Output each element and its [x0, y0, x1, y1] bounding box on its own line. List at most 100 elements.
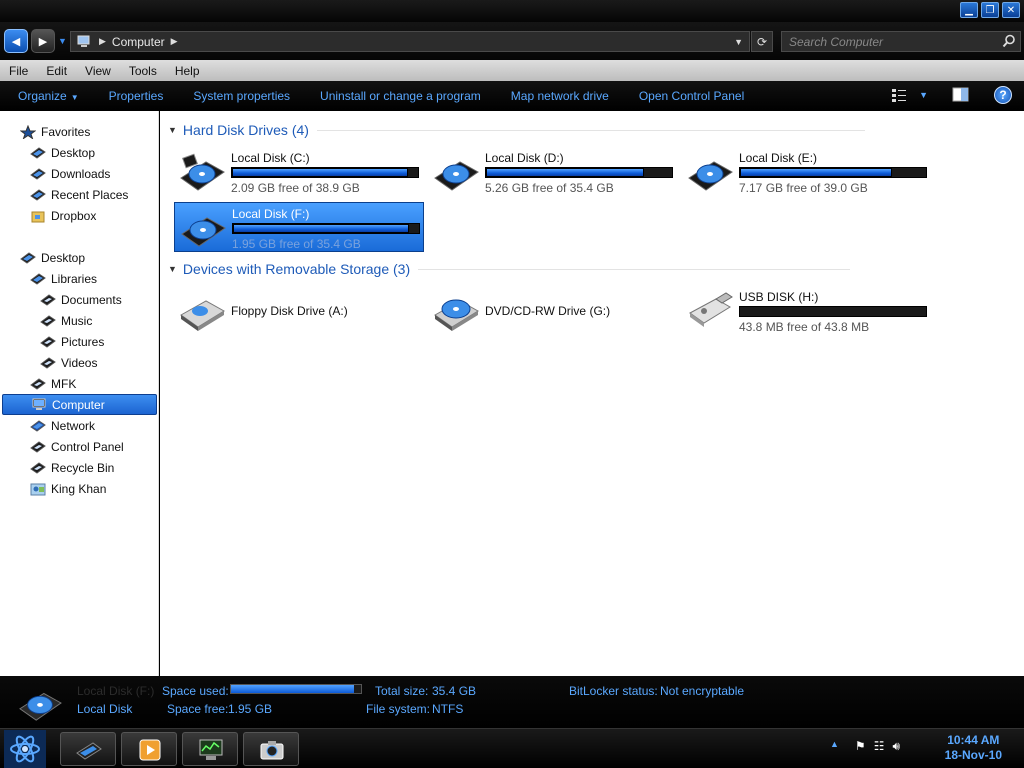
navigation-pane: Favorites Desktop Downloads Recent Place… [0, 111, 159, 676]
change-view-icon[interactable] [891, 87, 909, 103]
breadcrumb-computer[interactable]: Computer [112, 35, 165, 49]
action-center-flag-icon[interactable]: ⚑ [855, 739, 866, 754]
nav-desktop[interactable]: Desktop [20, 247, 85, 268]
address-bar[interactable]: ▶ Computer ▶ ▼ [70, 31, 750, 52]
back-button[interactable]: ◀ [4, 29, 28, 53]
nav-favorites[interactable]: Favorites [20, 121, 90, 142]
drive-name: DVD/CD-RW Drive (G:) [485, 304, 611, 318]
drive-name: Local Disk (E:) [739, 151, 818, 165]
map-network-drive-button[interactable]: Map network drive [496, 89, 624, 103]
details-pane: Local Disk (F:) Local Disk Space used: S… [0, 676, 1024, 728]
drive-tile-a[interactable]: Floppy Disk Drive (A:) [174, 286, 424, 336]
nav-mfk[interactable]: MFK [30, 373, 76, 394]
system-tray: ▲ ⚑ ☷ 🔊︎ [830, 739, 900, 754]
menu-help[interactable]: Help [166, 64, 209, 78]
nav-computer[interactable]: Computer [2, 394, 157, 415]
drive-usage-fill [486, 168, 645, 177]
pictures-icon [40, 335, 56, 348]
maximize-button[interactable]: ❐ [981, 2, 999, 18]
drive-tile-c[interactable]: Local Disk (C:) 2.09 GB free of 38.9 GB [174, 147, 424, 197]
nav-pictures[interactable]: Pictures [40, 331, 104, 352]
camera-icon [260, 741, 284, 760]
drive-tile-e[interactable]: Local Disk (E:) 7.17 GB free of 39.0 GB [682, 147, 932, 197]
menu-view[interactable]: View [76, 64, 120, 78]
taskbar-system-monitor-button[interactable] [182, 732, 238, 766]
collapse-triangle-icon[interactable]: ▼ [168, 125, 177, 135]
taskbar-camera-button[interactable] [243, 732, 299, 766]
drive-tile-g[interactable]: DVD/CD-RW Drive (G:) [428, 286, 678, 336]
recent-pages-dropdown-icon[interactable]: ▼ [58, 36, 67, 46]
network-status-icon[interactable]: ☷ [874, 739, 885, 754]
nav-network[interactable]: Network [30, 415, 95, 436]
start-button-icon[interactable] [4, 730, 46, 768]
total-size-value: 35.4 GB [432, 684, 477, 698]
file-system-label: File system: [366, 702, 431, 716]
collapse-triangle-icon[interactable]: ▼ [168, 264, 177, 274]
drive-tile-d[interactable]: Local Disk (D:) 5.26 GB free of 35.4 GB [428, 147, 678, 197]
libraries-icon [30, 272, 46, 285]
desktop-icon [20, 251, 36, 264]
help-button[interactable]: ? [994, 86, 1012, 104]
drive-usage-bar [231, 167, 419, 178]
preview-pane-icon[interactable] [952, 87, 970, 103]
address-dropdown-icon[interactable]: ▼ [734, 37, 743, 47]
bitlocker-label: BitLocker status: [569, 684, 658, 698]
hard-drive-icon [180, 153, 225, 191]
clock-time: 10:44 AM [947, 733, 1000, 747]
drive-tile-h[interactable]: USB DISK (H:) 43.8 MB free of 43.8 MB [682, 286, 932, 336]
nav-documents[interactable]: Documents [40, 289, 122, 310]
refresh-button[interactable]: ⟳ [751, 31, 773, 52]
floppy-drive-icon [180, 300, 225, 331]
breadcrumb-separator-icon[interactable]: ▶ [171, 36, 178, 47]
search-input[interactable] [782, 32, 992, 51]
details-drive-name: Local Disk (F:) [77, 684, 155, 698]
drive-tile-f[interactable]: Local Disk (F:) 1.95 GB free of 35.4 GB [174, 202, 424, 252]
menu-file[interactable]: File [0, 64, 37, 78]
search-box[interactable] [781, 31, 1021, 52]
group-header-removable-storage[interactable]: ▼ Devices with Removable Storage (3) [168, 259, 851, 279]
menu-edit[interactable]: Edit [37, 64, 76, 78]
nav-music[interactable]: Music [40, 310, 92, 331]
forward-button[interactable]: ▶ [31, 29, 55, 53]
drive-name: Floppy Disk Drive (A:) [231, 304, 348, 318]
nav-control-panel[interactable]: Control Panel [30, 436, 124, 457]
space-used-bar [230, 684, 362, 694]
nav-recent-places[interactable]: Recent Places [30, 184, 128, 205]
system-properties-button[interactable]: System properties [178, 89, 305, 103]
menu-tools[interactable]: Tools [120, 64, 166, 78]
show-hidden-icons-icon[interactable]: ▲ [830, 739, 839, 754]
close-button[interactable]: ✕ [1002, 2, 1020, 18]
space-free-label: Space free: [167, 702, 229, 716]
computer-icon [32, 398, 46, 410]
open-control-panel-button[interactable]: Open Control Panel [624, 89, 759, 103]
taskbar-media-player-button[interactable] [121, 732, 177, 766]
nav-downloads[interactable]: Downloads [30, 163, 110, 184]
properties-button[interactable]: Properties [94, 89, 179, 103]
command-bar: Organize ▼ Properties System properties U… [0, 81, 1024, 111]
clock-date: 18-Nov-10 [944, 748, 1002, 762]
breadcrumb-separator-icon[interactable]: ▶ [99, 36, 106, 47]
hard-drive-icon [19, 692, 62, 721]
media-player-icon [139, 739, 161, 761]
view-dropdown-icon[interactable]: ▼ [919, 90, 928, 100]
uninstall-program-button[interactable]: Uninstall or change a program [305, 89, 496, 103]
nav-king-khan[interactable]: King Khan [30, 478, 106, 499]
space-used-label: Space used: [162, 684, 229, 698]
search-icon[interactable] [1002, 34, 1016, 48]
organize-button[interactable]: Organize ▼ [0, 89, 94, 103]
minimize-button[interactable]: ▁ [960, 2, 978, 18]
nav-videos[interactable]: Videos [40, 352, 97, 373]
nav-dropbox[interactable]: Dropbox [30, 205, 96, 226]
group-header-hard-disk-drives[interactable]: ▼ Hard Disk Drives (4) [168, 120, 865, 140]
hard-drive-icon [688, 161, 733, 191]
nav-libraries[interactable]: Libraries [30, 268, 97, 289]
clock[interactable]: 10:44 AM 18-Nov-10 [945, 733, 1002, 763]
volume-icon[interactable]: 🔊︎ [892, 739, 900, 754]
nav-desktop-favorite[interactable]: Desktop [30, 142, 95, 163]
network-icon [30, 419, 46, 432]
documents-icon [40, 293, 56, 306]
nav-recycle-bin[interactable]: Recycle Bin [30, 457, 114, 478]
drive-free-space: 7.17 GB free of 39.0 GB [739, 181, 868, 195]
taskbar-explorer-button[interactable] [60, 732, 116, 766]
drive-usage-bar [739, 306, 927, 317]
